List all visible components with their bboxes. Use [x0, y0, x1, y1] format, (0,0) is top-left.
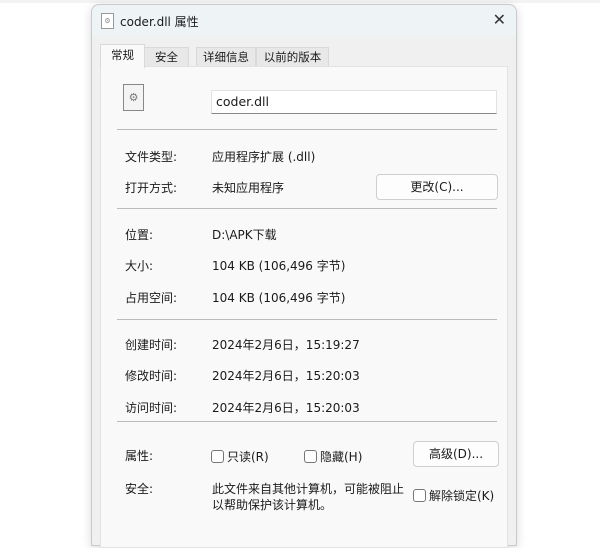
advanced-button[interactable]: 高级(D)...: [413, 441, 499, 467]
readonly-label: 只读(R): [227, 450, 269, 464]
attributes-label: 属性:: [125, 449, 154, 463]
location-label: 位置:: [125, 228, 154, 242]
properties-dialog: ⚙ coder.dll 属性 ✕ 常规 安全 详细信息 以前的版本 ⚙ code…: [91, 4, 517, 548]
tab-details[interactable]: 详细信息: [196, 47, 256, 67]
size-label: 大小:: [125, 259, 154, 273]
file-icon: ⚙: [101, 13, 114, 29]
title-bar: ⚙ coder.dll 属性 ✕: [92, 5, 516, 37]
divider: [117, 208, 497, 209]
type-label: 文件类型:: [125, 150, 178, 164]
accessed-label: 访问时间:: [125, 401, 178, 415]
divider: [117, 421, 497, 422]
dll-file-icon: ⚙: [123, 84, 144, 111]
checkbox-box[interactable]: [304, 450, 317, 463]
created-label: 创建时间:: [125, 338, 178, 352]
close-button[interactable]: ✕: [493, 10, 506, 29]
background-edge: [0, 0, 600, 3]
security-text-line2: 以帮助保护该计算机。: [212, 498, 333, 512]
readonly-checkbox[interactable]: 只读(R): [211, 448, 269, 465]
tab-general[interactable]: 常规: [100, 44, 145, 68]
divider: [117, 129, 497, 130]
accessed-value: 2024年2月6日，15:20:03: [212, 401, 360, 415]
disk-size-value: 104 KB (106,496 字节): [212, 291, 346, 305]
type-value: 应用程序扩展 (.dll): [212, 150, 316, 164]
created-value: 2024年2月6日，15:19:27: [212, 338, 360, 352]
modified-label: 修改时间:: [125, 369, 178, 383]
hidden-checkbox[interactable]: 隐藏(H): [304, 448, 362, 465]
divider: [117, 319, 497, 320]
hidden-label: 隐藏(H): [320, 450, 363, 464]
unblock-label: 解除锁定(K): [429, 489, 495, 503]
open-with-value: 未知应用程序: [212, 181, 285, 195]
unblock-checkbox[interactable]: 解除锁定(K): [413, 487, 494, 504]
file-name-input[interactable]: coder.dll: [211, 90, 497, 114]
modified-value: 2024年2月6日，15:20:03: [212, 369, 360, 383]
security-text-line1: 此文件来自其他计算机，可能被阻止: [212, 482, 405, 496]
location-value: D:\APK下载: [212, 228, 277, 242]
open-with-label: 打开方式:: [125, 181, 178, 195]
checkbox-box[interactable]: [413, 489, 426, 502]
tab-security[interactable]: 安全: [144, 47, 189, 67]
window-title: coder.dll 属性: [120, 15, 199, 29]
change-button[interactable]: 更改(C)...: [376, 174, 498, 200]
tab-previous-versions[interactable]: 以前的版本: [256, 47, 329, 67]
security-label: 安全:: [125, 482, 154, 496]
checkbox-box[interactable]: [211, 450, 224, 463]
size-value: 104 KB (106,496 字节): [212, 259, 346, 273]
general-panel: ⚙ coder.dll 文件类型: 应用程序扩展 (.dll) 打开方式: 未知…: [100, 66, 508, 548]
disk-size-label: 占用空间:: [125, 291, 178, 305]
